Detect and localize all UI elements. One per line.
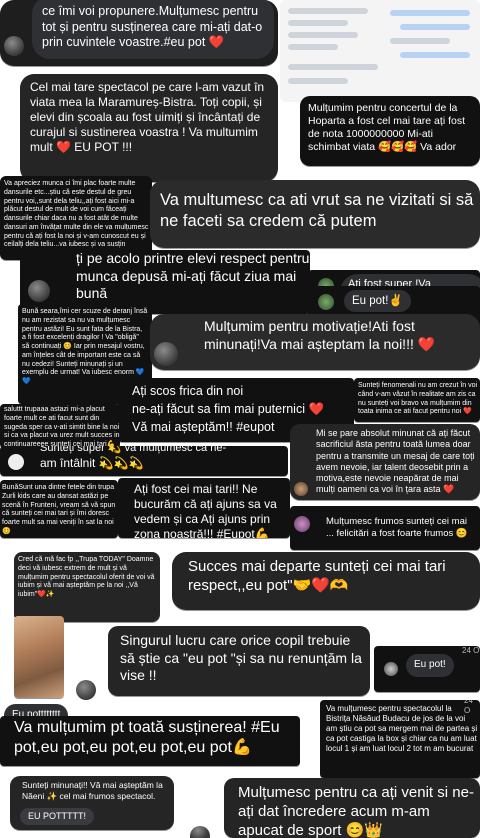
message-text: Ați scos frica din noi xyxy=(132,384,244,398)
message-text: Mulțumim pentru motivație!Ati fost minun… xyxy=(204,318,436,352)
message-text: ne-ați făcut sa fim mai puternici ❤️ xyxy=(132,402,325,416)
avatar xyxy=(154,342,178,366)
message-card-3: Va apreciez munca ci îmi plac foarte mul… xyxy=(0,176,152,260)
avatar xyxy=(384,662,398,676)
photo-thumbnail[interactable] xyxy=(14,616,64,698)
message-card-14: Mi se pare absolut minunat că ați făcut … xyxy=(290,424,480,500)
message-text: Bună seara,îmi cer scuze de deranj însă … xyxy=(22,308,148,385)
message-card-13: Sunteți fenomenali nu am crezut în voi c… xyxy=(354,378,480,422)
message-text: Singurul lucru care orice copil trebuie … xyxy=(120,632,362,683)
message-text: Cred că mă fac fp ,,Trupa TODAY" Doamne … xyxy=(18,556,155,598)
avatar xyxy=(4,36,24,56)
screenshot-thumbnail xyxy=(280,0,480,102)
message-text: EU POTTTTT! xyxy=(28,811,86,821)
message-bubble: EU POTTTTT! xyxy=(20,808,94,826)
message-text: Va apreciez munca ci îmi plac foarte mul… xyxy=(4,180,149,249)
avatar xyxy=(76,680,96,700)
message-text: BunăSunt una dintre fetele din trupa Zur… xyxy=(2,484,116,535)
avatar xyxy=(190,826,210,838)
message-text: ce îmi voi propunere.Mulțumesc pentru to… xyxy=(42,4,263,50)
message-text: am întâlnit 💫💫💫 xyxy=(40,456,144,470)
message-text: Mulțumim pentru concertul de la Hoparta … xyxy=(308,102,465,154)
message-text: Cel mai tare spectacol pe care l-am vazu… xyxy=(30,80,265,154)
message-text: Ați fost cei mai tari!! Ne bucurăm că aț… xyxy=(134,482,277,538)
message-card-15: Sunteți super 💫 vă mulțumesc că ne- am î… xyxy=(0,446,288,476)
message-card-16: BunăSunt una dintre fetele din trupa Zur… xyxy=(0,480,118,538)
message-card-9: Mulțumim pentru motivație!Ati fost minun… xyxy=(150,314,480,370)
message-card-12: saluttt trupaaa astazi mi-a placut foart… xyxy=(0,404,120,448)
message-text: Va multumesc ca ati vrut sa ne vizitati … xyxy=(160,191,474,230)
message-text: Va mulțumim pt toată susținerea! #Eu pot… xyxy=(14,719,280,756)
avatar xyxy=(318,294,334,310)
message-text: Mulțumesc pentru ca ați venit si ne-ați … xyxy=(238,784,474,838)
message-card-26: Sunteți minunați!! Vă mai așteptăm la Nă… xyxy=(10,776,174,830)
message-card-17: Ați fost cei mai tari!! Ne bucurăm că aț… xyxy=(118,478,290,538)
message-text: Mulțumesc frumos sunteți cei mai ... fel… xyxy=(326,516,468,539)
message-card-top-right: Mulțumim pentru concertul de la Hoparta … xyxy=(300,96,480,166)
message-text: Sunteți fenomenali nu am crezut în voi c… xyxy=(358,382,478,416)
message-text: Va mulțumesc pentru spectacolul la Bistr… xyxy=(326,704,478,753)
message-card-1: ce îmi voi propunere.Mulțumesc pentru to… xyxy=(0,0,278,66)
message-text: Succes mai departe sunteți cei mai tari … xyxy=(188,558,446,594)
message-card-4: Va multumesc ca ati vrut sa ne vizitati … xyxy=(150,180,480,248)
message-card-22: Eu pot! 24 O xyxy=(374,646,480,692)
avatar xyxy=(28,280,50,302)
avatar xyxy=(8,454,24,470)
message-card-20: Succes mai departe sunteți cei mai tari … xyxy=(172,552,480,610)
timestamp: 24 O xyxy=(464,700,473,715)
message-text: Eu pot!✌️ xyxy=(352,295,403,307)
message-card-18: Mulțumesc frumos sunteți cei mai ... fel… xyxy=(290,506,480,550)
message-text: Mi se pare absolut minunat că ați făcut … xyxy=(316,428,475,495)
message-card-24: Va mulțumim pt toată susținerea! #Eu pot… xyxy=(0,716,300,766)
message-text: Sunteți minunați!! Vă mai așteptăm la Nă… xyxy=(22,780,163,801)
avatar xyxy=(294,482,308,496)
message-card-28: Mulțumesc pentru ca ați venit si ne-ați … xyxy=(224,778,480,838)
message-bubble: ce îmi voi propunere.Mulțumesc pentru to… xyxy=(32,0,274,59)
message-card-19: Cred că mă fac fp ,,Trupa TODAY" Doamne … xyxy=(14,552,160,622)
avatar xyxy=(294,516,310,532)
message-card-21: Singurul lucru care orice copil trebuie … xyxy=(108,626,370,696)
message-text: saluttt trupaaa astazi mi-a placut foart… xyxy=(4,406,120,448)
timestamp: 24 O xyxy=(462,646,480,655)
message-bubble: Eu pot! xyxy=(406,654,454,677)
message-text: Sunteți super 💫 vă mulțumesc că ne- xyxy=(40,446,227,454)
message-card-2: Cel mai tare spectacol pe care l-am vazu… xyxy=(20,74,278,182)
message-bubble: Eu pot!✌️ xyxy=(344,290,411,313)
message-text: Eu pot! xyxy=(414,659,446,670)
message-card-25: Va mulțumesc pentru spectacolul la Bistr… xyxy=(320,700,480,778)
message-text: ți pe acolo printre elevi respect pentru… xyxy=(76,250,310,301)
